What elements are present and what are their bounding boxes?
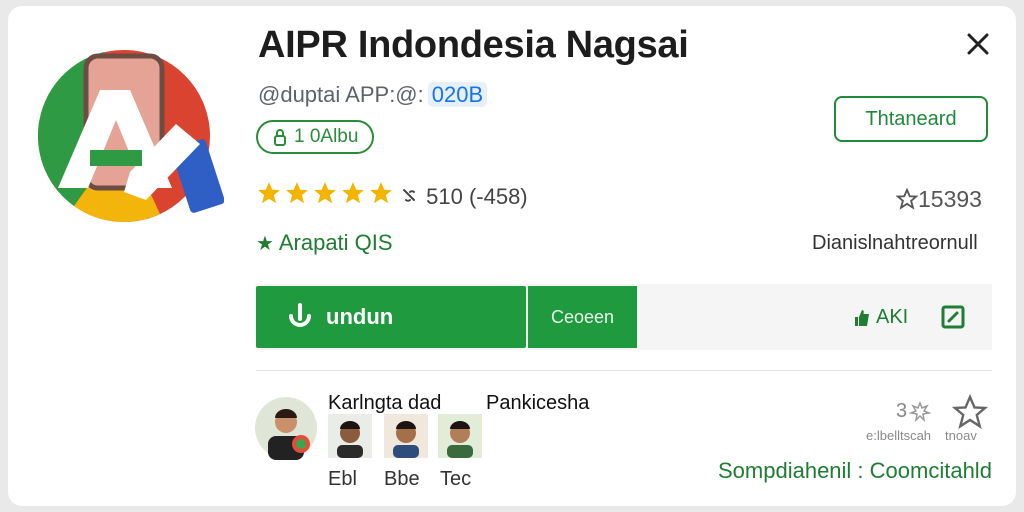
favorite-count-text: 15393 [918, 186, 982, 212]
star-icon [258, 182, 280, 204]
category-info: Dianislnahtreornull [812, 232, 978, 254]
apk-label-text: AKI [876, 306, 909, 328]
meta-right: tnoav [945, 428, 977, 443]
meta-left: e:lbelltscah [866, 428, 932, 443]
member-name: Ebl [328, 468, 357, 490]
editor-choice: ★ Arapati QIS [256, 230, 393, 256]
download-icon [289, 303, 311, 327]
share-count: 3 [896, 400, 908, 422]
star-icon [286, 182, 308, 204]
install-button[interactable]: Thtaneard [834, 96, 988, 142]
small-star-icon: ★ [256, 233, 274, 255]
section-divider [256, 370, 992, 371]
download-button[interactable]: undun [256, 286, 526, 348]
link-icon [403, 189, 415, 202]
member-avatar[interactable] [328, 414, 372, 458]
secondary-button[interactable]: Ceoeen [528, 286, 637, 348]
close-button[interactable] [960, 26, 996, 62]
thumb-up-icon [855, 309, 869, 326]
app-logo-icon [37, 50, 224, 222]
member-name: Tec [440, 468, 472, 490]
share-icon [909, 400, 932, 422]
developer-name[interactable]: Karlngta dad [328, 392, 441, 415]
developer-subtitle: Pankicesha [486, 392, 590, 414]
edit-icon[interactable] [940, 304, 966, 330]
handle-text: @duptai APP:@: [258, 82, 424, 107]
category-pill[interactable]: 1 0Albu [256, 120, 375, 154]
rating-text: 510 (-458) [426, 184, 528, 209]
app-code-badge[interactable]: 020B [427, 82, 488, 107]
apk-link[interactable]: AKI [852, 306, 908, 329]
download-button-label: undun [326, 304, 394, 329]
share-button[interactable]: 3 [896, 400, 932, 423]
star-icon [370, 182, 392, 204]
star-rating [256, 180, 394, 206]
member-avatar[interactable] [384, 414, 428, 458]
editor-choice-text: Arapati QIS [278, 230, 393, 255]
close-icon [967, 33, 989, 55]
meta-labels: e:lbelltscah tnoav [866, 428, 977, 443]
rating-summary: 510 (-458) [400, 184, 528, 210]
member-avatar[interactable] [438, 414, 482, 458]
lock-icon [274, 129, 286, 146]
app-title: AIPR Indondesia Nagsai [258, 24, 689, 66]
developer-handle: @duptai APP:@: 020B [258, 82, 488, 108]
star-icon [314, 182, 336, 204]
compatibility-text: Sompdiahenil : Coomcitahld [718, 458, 992, 483]
bookmark-star-icon[interactable] [952, 394, 988, 430]
developer-avatar[interactable] [254, 396, 318, 460]
favorite-count[interactable]: 15393 [895, 186, 982, 213]
member-name: Bbe [384, 468, 420, 490]
star-outline-icon [895, 187, 919, 210]
category-pill-label: 1 0Albu [294, 126, 359, 147]
star-icon [342, 182, 364, 204]
